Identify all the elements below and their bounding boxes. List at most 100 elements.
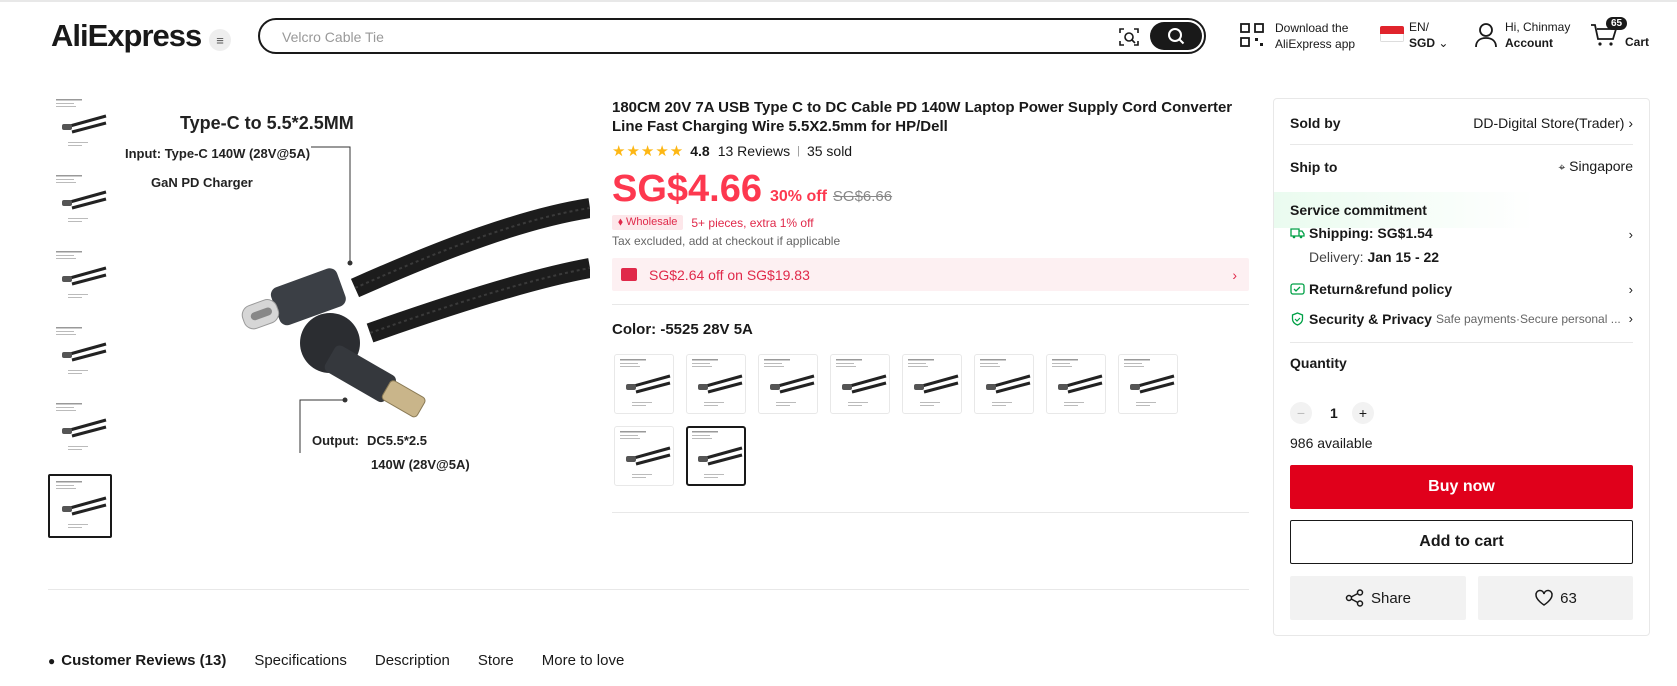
quantity-minus-button[interactable]: − (1290, 402, 1312, 424)
add-to-cart-button[interactable]: Add to cart (1290, 520, 1633, 564)
color-swatch[interactable] (686, 354, 746, 414)
available-count: 986 available (1290, 435, 1373, 451)
product-tabs: ● Customer Reviews (13) Specifications D… (48, 652, 652, 669)
color-swatch[interactable] (614, 426, 674, 486)
ship-to-row[interactable]: Ship to ⌖ Singapore (1290, 158, 1633, 175)
sold-by-row[interactable]: Sold by DD-Digital Store(Trader) › (1290, 115, 1633, 131)
shipping-row[interactable]: Shipping: SG$1.54 (1290, 225, 1433, 241)
rating-row: ★★★★★ 4.8 13 Reviews | 35 sold (612, 142, 852, 160)
return-icon (1290, 283, 1305, 295)
color-swatch[interactable] (614, 354, 674, 414)
wholesale-row: ⬧ Wholesale 5+ pieces, extra 1% off (612, 215, 814, 230)
account-menu[interactable]: Hi, Chinmay Account (1505, 19, 1570, 51)
store-name: DD-Digital Store(Trader) (1473, 115, 1625, 131)
chevron-right-icon: › (1628, 115, 1633, 131)
reviews-link[interactable]: 13 Reviews (718, 143, 790, 159)
tab-label: Customer Reviews (13) (61, 652, 227, 669)
tab-store[interactable]: Store (478, 652, 514, 669)
tab-customer-reviews[interactable]: ● Customer Reviews (13) (48, 652, 226, 669)
search-icon (1168, 28, 1185, 45)
greeting: Hi, Chinmay (1505, 20, 1571, 34)
image-search-icon[interactable] (1118, 26, 1140, 48)
download-line2: AliExpress app (1275, 37, 1356, 51)
location-pin-icon: ⌖ (1558, 160, 1566, 174)
main-product-image[interactable]: Type-C to 5.5*2.5MM Input: Type-C 140W (… (125, 98, 590, 518)
wishlist-button[interactable]: 63 (1478, 576, 1633, 620)
language-currency-selector[interactable]: EN/ SGD ⌄ (1409, 19, 1448, 51)
tab-specifications[interactable]: Specifications (254, 652, 347, 669)
quantity-plus-button[interactable]: + (1352, 402, 1374, 424)
quantity-value[interactable]: 1 (1330, 405, 1338, 421)
tab-description[interactable]: Description (375, 652, 450, 669)
color-swatch[interactable] (830, 354, 890, 414)
cart-link[interactable]: Cart (1625, 34, 1649, 50)
wholesale-tag: ⬧ Wholesale (612, 215, 684, 230)
singapore-flag-icon (1380, 26, 1404, 42)
search-button[interactable] (1150, 22, 1202, 50)
color-swatch[interactable] (1118, 354, 1178, 414)
security-note: Safe payments·Secure personal ... (1435, 312, 1621, 326)
product-title: 180CM 20V 7A USB Type C to DC Cable PD 1… (612, 99, 1233, 135)
shield-icon (1291, 312, 1304, 326)
coupon-banner[interactable]: SG$2.64 off on SG$19.83 › (612, 258, 1249, 291)
sold-by-label: Sold by (1290, 115, 1341, 131)
color-swatch[interactable] (1046, 354, 1106, 414)
color-label: Color: -5525 28V 5A (612, 321, 753, 338)
menu-icon[interactable]: ≡ (209, 29, 231, 51)
divider (612, 304, 1249, 305)
download-line1: Download the (1275, 21, 1349, 35)
thumbnail-image[interactable] (48, 320, 112, 384)
service-commitment: Service commitment (1290, 202, 1633, 218)
divider (612, 512, 1249, 513)
currency-label: SGD (1409, 36, 1436, 50)
tab-label: Specifications (254, 652, 347, 669)
chevron-right-icon[interactable]: › (1629, 227, 1633, 242)
return-policy-row[interactable]: Return&refund policy (1290, 281, 1452, 297)
quantity-row: Quantity (1290, 355, 1633, 371)
divider (1290, 144, 1633, 145)
user-icon[interactable] (1474, 22, 1498, 48)
location-pin-icon: ● (48, 653, 56, 668)
security-row[interactable]: Security & Privacy Safe payments·Secure … (1290, 311, 1621, 327)
rating-divider: | (797, 145, 800, 157)
shipping-cost: Shipping: SG$1.54 (1309, 225, 1433, 241)
ship-to-value: Singapore (1569, 158, 1633, 174)
coupon-icon (621, 268, 637, 281)
original-price: SG$6.66 (832, 188, 893, 205)
share-label: Share (1370, 589, 1412, 607)
discount-label: 30% off (770, 188, 827, 205)
color-swatch[interactable] (758, 354, 818, 414)
coupon-text: SG$2.64 off on SG$19.83 (649, 266, 810, 283)
color-swatch[interactable] (974, 354, 1034, 414)
wholesale-tag-label: Wholesale (626, 216, 678, 228)
share-button[interactable]: Share (1290, 576, 1466, 620)
color-swatch[interactable] (686, 426, 746, 486)
color-swatch[interactable] (902, 354, 962, 414)
image-output-power: 140W (28V@5A) (371, 457, 470, 472)
star-rating-icon: ★★★★★ (612, 143, 685, 160)
chevron-right-icon[interactable]: › (1629, 282, 1633, 297)
thumbnail-image[interactable] (48, 92, 112, 156)
thumbnail-image[interactable] (48, 474, 112, 538)
thumbnail-image[interactable] (48, 168, 112, 232)
thumbnail-image[interactable] (48, 396, 112, 460)
language-label: EN/ (1409, 20, 1430, 34)
sold-count: 35 sold (806, 143, 853, 159)
current-price: SG$4.66 (612, 168, 762, 210)
search-bar (258, 18, 1206, 54)
truck-icon (1290, 228, 1305, 239)
download-app-link[interactable]: Download the AliExpress app (1275, 20, 1355, 52)
tab-more-to-love[interactable]: More to love (542, 652, 625, 669)
account-label: Account (1505, 36, 1553, 50)
tax-note: Tax excluded, add at checkout if applica… (612, 234, 841, 248)
buy-now-button[interactable]: Buy now (1290, 465, 1633, 509)
rating-value: 4.8 (690, 143, 710, 159)
chevron-right-icon[interactable]: › (1629, 311, 1633, 326)
thumbnail-image[interactable] (48, 244, 112, 308)
delivery-row: Delivery: Jan 15 - 22 (1309, 249, 1439, 265)
aliexpress-logo[interactable]: AliExpress (51, 18, 202, 54)
tab-label: Description (374, 652, 450, 669)
search-input[interactable] (282, 27, 1082, 47)
cart-label: Cart (1625, 35, 1650, 49)
ship-to-label: Ship to (1290, 158, 1338, 175)
